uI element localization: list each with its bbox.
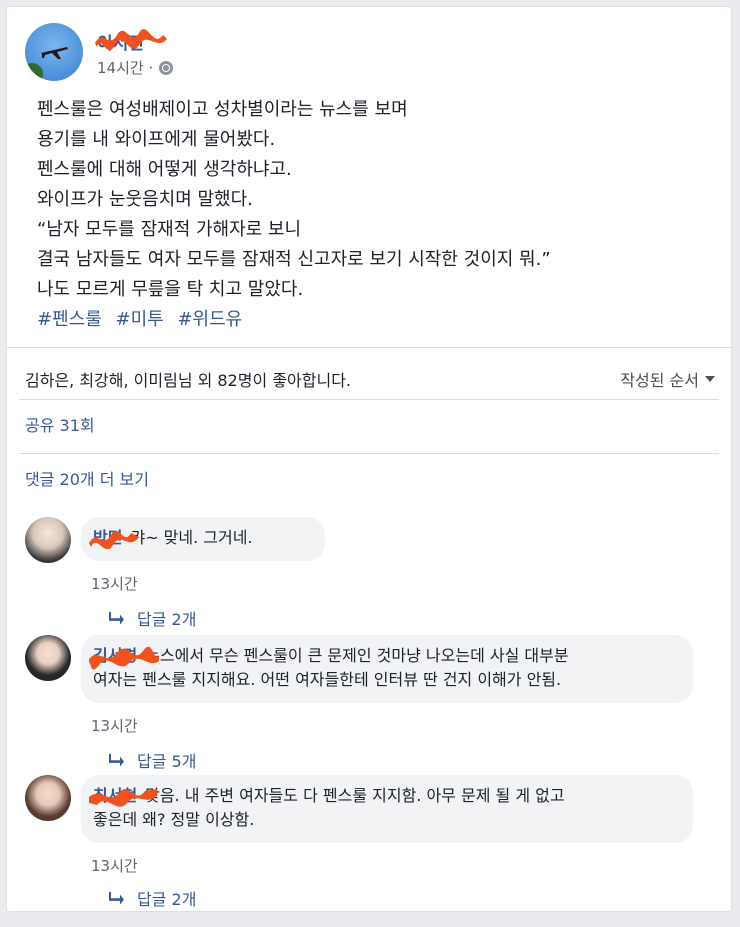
likes-row: 김하은, 최강해, 이미림님 외 82명이 좋아합니다. 작성된 순서 [25,359,715,399]
more-comments-link[interactable]: 댓글 20개 더 보기 [25,465,149,495]
author-avatar[interactable] [25,23,83,81]
caret-down-icon [705,376,715,382]
reply-arrow-icon [109,891,124,905]
divider [19,453,719,454]
commenter-name[interactable]: 김서경 [93,646,137,665]
comment: 최서현 맞음. 내 주변 여자들도 다 펜스룰 지지함. 아무 문제 될 게 없고… [25,775,725,910]
comment-text: 캬~ 맞네. 그거네. [130,528,253,547]
post-line: “남자 모두를 잠재적 가해자로 보니 [37,219,302,240]
author-name[interactable]: 이서진 [97,29,144,54]
sort-label: 작성된 순서 [620,371,699,390]
post-time[interactable]: 14시간 · [97,57,153,78]
post-header: 이서진 14시간 · [25,21,625,83]
replies-link[interactable]: 답글 5개 [109,748,196,772]
post-line: 펜스룰에 대해 어떻게 생각하냐고. [37,159,292,180]
comment-bubble: 박민 캬~ 맞네. 그거네. [81,517,325,561]
post-card: 이서진 14시간 · 펜스룰은 여성배제이고 성차별이라는 뉴스를 보며 용기를… [6,6,732,912]
post-line: 펜스룰은 여성배제이고 성차별이라는 뉴스를 보며 [37,99,408,120]
commenter-avatar[interactable] [25,775,71,821]
post-line: 나도 모르게 무릎을 탁 치고 말았다. [37,279,304,300]
likes-text[interactable]: 김하은, 최강해, 이미림님 외 82명이 좋아합니다. [25,367,351,391]
post-body: 펜스룰은 여성배제이고 성차별이라는 뉴스를 보며 용기를 내 와이프에게 물어… [37,95,717,335]
replies-label: 답글 5개 [137,752,197,771]
hashtag-row: #펜스룰 #미투 #위드유 [37,305,717,335]
tree-decoration [25,63,43,81]
comment-bubble: 김서경 뉴스에서 무슨 펜스룰이 큰 문제인 것마냥 나오는데 사실 대부분 여자… [81,635,693,703]
comment-text: 맞음. 내 주변 여자들도 다 펜스룰 지지함. 아무 문제 될 게 없고 [145,786,565,805]
sort-dropdown[interactable]: 작성된 순서 [620,367,715,391]
globe-icon [159,60,174,75]
replies-label: 답글 2개 [137,890,197,909]
comment-text: 좋은데 왜? 정말 이상함. [93,810,255,829]
airplane-icon [41,47,68,59]
comment-time[interactable]: 13시간 [91,715,138,736]
comment-time[interactable]: 13시간 [91,855,138,876]
replies-label: 답글 2개 [137,610,197,629]
commenter-name[interactable]: 최서현 [93,786,137,805]
hashtag-link[interactable]: #위드유 [177,309,242,330]
comment: 김서경 뉴스에서 무슨 펜스룰이 큰 문제인 것마냥 나오는데 사실 대부분 여자… [25,635,725,771]
post-meta: 14시간 · [97,57,174,78]
hashtag-link[interactable]: #펜스룰 [37,309,102,330]
commenter-avatar[interactable] [25,635,71,681]
comment-time[interactable]: 13시간 [91,573,138,594]
comment-text: 뉴스에서 무슨 펜스룰이 큰 문제인 것마냥 나오는데 사실 대부분 [145,646,569,665]
divider [7,347,731,348]
comment-bubble: 최서현 맞음. 내 주변 여자들도 다 펜스룰 지지함. 아무 문제 될 게 없고… [81,775,693,843]
hashtag-link[interactable]: #미투 [116,309,164,330]
comment-text: 여자는 펜스룰 지지해요. 어떤 여자들한테 인터뷰 딴 건지 이해가 안됨. [93,670,562,689]
divider [19,399,719,400]
post-line: 결국 남자들도 여자 모두를 잠재적 신고자로 보기 시작한 것이지 뭐.” [37,249,551,270]
replies-link[interactable]: 답글 2개 [109,886,196,910]
reply-arrow-icon [109,753,124,767]
comment: 박민 캬~ 맞네. 그거네. 13시간 답글 2개 [25,517,725,630]
post-line: 와이프가 눈웃음치며 말했다. [37,189,253,210]
post-line: 용기를 내 와이프에게 물어봤다. [37,129,276,150]
reply-arrow-icon [109,611,124,625]
commenter-name[interactable]: 박민 [93,528,122,547]
replies-link[interactable]: 답글 2개 [109,606,196,630]
commenter-avatar[interactable] [25,517,71,563]
shares-link[interactable]: 공유 31회 [25,411,95,441]
